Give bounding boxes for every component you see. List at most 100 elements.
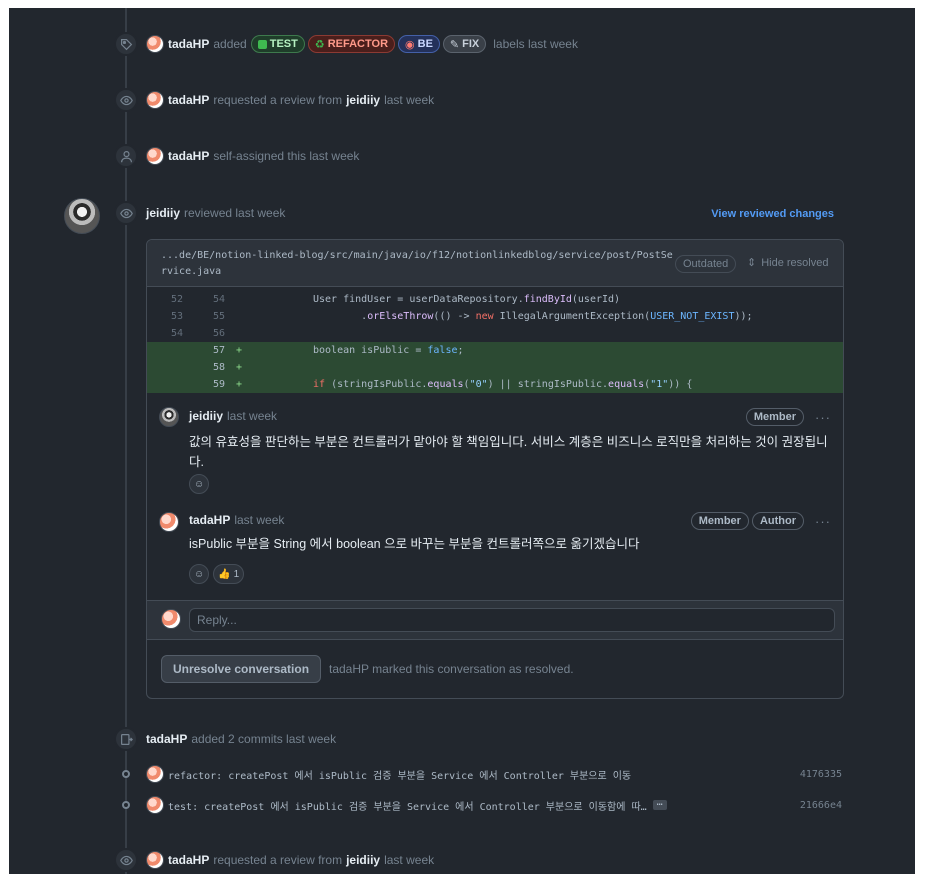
add-reaction-button[interactable]: ☺ [189, 564, 210, 584]
reactions: ☺ 👍 1 [189, 564, 245, 584]
commit-row: refactor: createPost 에서 isPublic 검증 부분을 … [146, 765, 842, 783]
commit-message[interactable]: refactor: createPost 에서 isPublic 검증 부분을 … [168, 767, 631, 782]
event-user[interactable]: tadaHP [168, 853, 209, 867]
kebab-menu-icon[interactable]: ··· [815, 514, 831, 529]
diff-line: 53 55 .orElseThrow(() -> new IllegalArgu… [147, 308, 843, 325]
event-user[interactable]: tadaHP [168, 149, 209, 163]
diff-sign: + [235, 362, 243, 373]
code-line: User findUser = userDataRepository.findB… [313, 294, 621, 305]
repo-push-icon [114, 727, 138, 751]
review-comment: tadaHP last week Member Author ··· isPub… [147, 504, 843, 600]
add-reaction-button[interactable]: ☺ [189, 474, 210, 494]
avatar[interactable] [146, 851, 164, 869]
thumbs-up-reaction[interactable]: 👍 1 [213, 564, 245, 584]
eye-icon [114, 201, 138, 225]
expand-commit-button[interactable]: … [652, 798, 667, 810]
unfold-icon: ⇕ [747, 257, 757, 269]
label-refactor[interactable]: ♻ REFACTOR [307, 35, 396, 53]
diff-line: 54 56 [147, 325, 843, 342]
resolved-user[interactable]: tadaHP [329, 662, 369, 676]
event-text: requested a review from [213, 93, 343, 107]
code-line: boolean isPublic = false; [313, 345, 464, 356]
eye-icon [114, 88, 138, 112]
review-thread: ...de/BE/notion-linked-blog/src/main/jav… [146, 239, 844, 699]
eye-icon [114, 848, 138, 872]
avatar[interactable] [146, 91, 164, 109]
event-text: added 2 commits last week [191, 732, 337, 746]
recycle-icon: ♻ [314, 38, 325, 51]
commits-event: tadaHP added 2 commits last week [146, 729, 336, 749]
diff-hunk: 52 54 User findUser = userDataRepository… [147, 287, 843, 393]
unresolve-conversation-button[interactable]: Unresolve conversation [161, 655, 322, 683]
event-user[interactable]: tadaHP [168, 93, 209, 107]
target-icon: ◉ [405, 38, 415, 51]
event-suffix: labels last week [493, 37, 578, 51]
new-line-number[interactable]: 56 [199, 328, 225, 339]
new-line-number[interactable]: 59 [199, 379, 225, 390]
hide-resolved-button[interactable]: ⇕ Hide resolved [747, 256, 829, 270]
review-request-event: tadaHP requested a review from jeidiiy l… [146, 850, 434, 870]
comment-time[interactable]: last week [234, 513, 284, 527]
event-user[interactable]: jeidiiy [146, 206, 180, 220]
avatar[interactable] [159, 407, 179, 427]
file-path[interactable]: ...de/BE/notion-linked-blog/src/main/jav… [161, 248, 673, 280]
comment-body: isPublic 부분을 String 에서 boolean 으로 바꾸는 부분… [189, 537, 640, 551]
resolved-message: marked this conversation as resolved. [372, 662, 574, 676]
comment-author[interactable]: jeidiiy [189, 409, 223, 423]
commit-sha[interactable]: 21666e4 [800, 800, 842, 811]
label-be[interactable]: ◉ BE [398, 35, 440, 53]
code-line: .orElseThrow(() -> new IllegalArgumentEx… [313, 311, 753, 322]
avatar [161, 609, 181, 629]
view-reviewed-changes-link[interactable]: View reviewed changes [711, 208, 834, 220]
comment-time[interactable]: last week [227, 409, 277, 423]
file-header: ...de/BE/notion-linked-blog/src/main/jav… [147, 240, 843, 287]
comment-body: 값의 유효성을 판단하는 부분은 컨트롤러가 맡아야 할 책임입니다. 서비스 … [189, 435, 828, 469]
commit-message[interactable]: test: createPost 에서 isPublic 검증 부분을 Serv… [168, 798, 647, 813]
event-time[interactable]: last week [384, 853, 434, 867]
wrench-icon: ✎ [449, 38, 460, 51]
smiley-icon: ☺ [194, 568, 205, 580]
tag-icon [114, 32, 138, 56]
avatar[interactable] [146, 765, 164, 783]
diff-line-added: 58 + [147, 359, 843, 376]
reply-input[interactable]: Reply... [189, 608, 835, 632]
commit-sha[interactable]: 4176335 [800, 769, 842, 780]
old-line-number[interactable]: 53 [157, 311, 183, 322]
event-time[interactable]: last week [384, 93, 434, 107]
commit-icon [118, 800, 134, 810]
diff-line-added: 57 + boolean isPublic = false; [147, 342, 843, 359]
avatar[interactable] [146, 796, 164, 814]
resolved-status: tadaHP marked this conversation as resol… [329, 662, 574, 676]
reply-area: Reply... [147, 600, 843, 640]
event-user[interactable]: tadaHP [168, 37, 209, 51]
comment-author[interactable]: tadaHP [189, 513, 230, 527]
label-test[interactable]: TEST [250, 35, 305, 53]
event-target-user[interactable]: jeidiiy [346, 93, 380, 107]
event-target-user[interactable]: jeidiiy [346, 853, 380, 867]
kebab-menu-icon[interactable]: ··· [815, 410, 831, 425]
event-text: self-assigned this last week [213, 149, 360, 163]
diff-line: 52 54 User findUser = userDataRepository… [147, 291, 843, 308]
avatar[interactable] [159, 512, 179, 532]
new-line-number[interactable]: 55 [199, 311, 225, 322]
old-line-number[interactable]: 52 [157, 294, 183, 305]
reactions: ☺ [189, 474, 210, 494]
new-line-number[interactable]: 58 [199, 362, 225, 373]
reviewer-avatar[interactable] [64, 198, 100, 234]
outdated-badge: Outdated [675, 255, 737, 273]
self-assign-event: tadaHP self-assigned this last week [146, 146, 359, 166]
avatar[interactable] [146, 147, 164, 165]
event-user[interactable]: tadaHP [146, 732, 187, 746]
comment-badges: Member Author ··· [690, 512, 831, 530]
old-line-number[interactable]: 54 [157, 328, 183, 339]
new-line-number[interactable]: 54 [199, 294, 225, 305]
thumbs-up-icon: 👍 [218, 568, 231, 580]
diff-sign: + [235, 345, 243, 356]
event-text: reviewed last week [184, 206, 286, 220]
review-comment: jeidiiy last week Member ··· 값의 유효성을 판단하… [147, 400, 843, 504]
avatar[interactable] [146, 35, 164, 53]
label-fix[interactable]: ✎ FIX [442, 35, 487, 53]
new-line-number[interactable]: 57 [199, 345, 225, 356]
hide-resolved-label: Hide resolved [761, 256, 829, 269]
diff-line-added: 59 + if (stringIsPublic.equals("0") || s… [147, 376, 843, 393]
